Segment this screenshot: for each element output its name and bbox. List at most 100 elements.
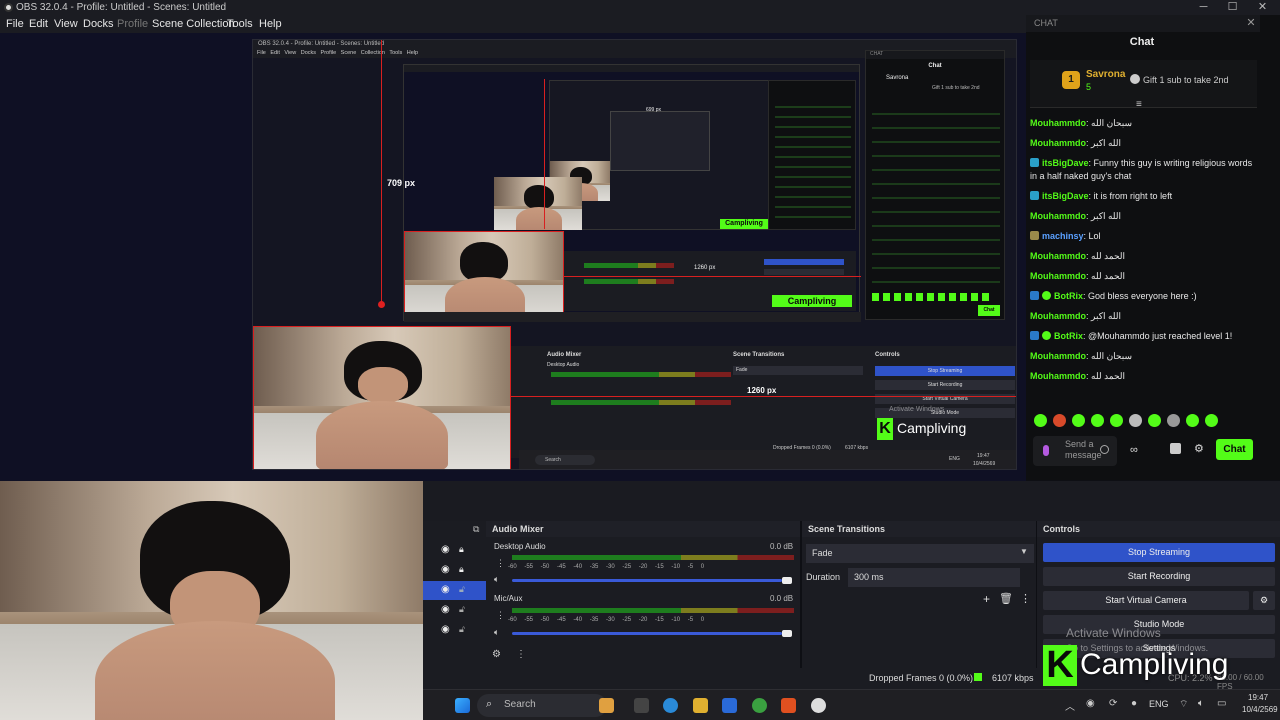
- volume-slider-knob[interactable]: [782, 577, 792, 584]
- menu-docks[interactable]: Docks: [83, 15, 114, 33]
- meter-scale: -60 -55 -50 -45 -40 -35 -30 -25 -20 -15 …: [508, 564, 705, 570]
- taskbar-search[interactable]: ⌕ Search: [477, 694, 607, 717]
- lock-icon[interactable]: 🔒︎: [459, 564, 464, 575]
- virtual-camera-settings-icon[interactable]: ⚙: [1253, 591, 1275, 610]
- brave-icon[interactable]: [781, 698, 796, 713]
- advanced-audio-icon[interactable]: ⚙: [492, 649, 501, 660]
- pinned-user[interactable]: Savrona: [1086, 69, 1125, 80]
- visibility-eye-icon[interactable]: ◉: [441, 564, 450, 575]
- language-indicator[interactable]: ENG: [1149, 699, 1169, 709]
- task-view-icon[interactable]: [634, 698, 649, 713]
- emote-icon[interactable]: [1091, 414, 1104, 427]
- menu-help[interactable]: Help: [259, 15, 282, 33]
- verified-icon: [1042, 331, 1051, 340]
- emote-icon[interactable]: [1110, 414, 1123, 427]
- menu-tools[interactable]: Tools: [227, 15, 253, 33]
- chrome-icon[interactable]: [752, 698, 767, 713]
- clock-time[interactable]: 19:47: [1248, 693, 1268, 702]
- mic-icon[interactable]: [1043, 445, 1049, 456]
- emote-icon[interactable]: [1034, 414, 1047, 427]
- clock-date[interactable]: 10/4/2569: [1242, 705, 1278, 714]
- widget-icon[interactable]: [599, 698, 614, 713]
- lock-icon[interactable]: 🔒︎: [459, 544, 464, 555]
- menu-view[interactable]: View: [54, 15, 78, 33]
- track-menu-icon[interactable]: ⋮: [496, 558, 505, 569]
- obs-app-icon: [4, 3, 13, 12]
- edge-icon[interactable]: [663, 698, 678, 713]
- nested-screen-capture[interactable]: OBS 32.0.4 - Profile: Untitled - Scenes:…: [252, 39, 1017, 470]
- tray-icon[interactable]: ●: [1131, 698, 1137, 709]
- collapse-pin-icon[interactable]: ≡: [1136, 99, 1142, 110]
- duration-input[interactable]: 300 ms: [848, 568, 1020, 587]
- visibility-eye-icon[interactable]: ◉: [441, 544, 450, 555]
- guide-handle[interactable]: [378, 301, 385, 308]
- minimize-button[interactable]: ─: [1190, 0, 1217, 15]
- obs-taskbar-icon[interactable]: [811, 698, 826, 713]
- emote-icon[interactable]: [1053, 414, 1066, 427]
- unlock-icon[interactable]: 🔓︎: [459, 604, 465, 615]
- badge-icon: [1030, 231, 1039, 240]
- store-app-icon[interactable]: [722, 698, 737, 713]
- track-db: 0.0 dB: [770, 542, 794, 551]
- source-row-selected[interactable]: [423, 581, 486, 600]
- chat-message: Mouhammdo: الله اكبر: [1030, 311, 1122, 321]
- emoji-icon[interactable]: [1100, 445, 1109, 454]
- maximize-button[interactable]: ☐: [1219, 0, 1246, 15]
- gift-text[interactable]: Gift 1 sub to take 2nd: [1143, 75, 1229, 85]
- nested-webcam-large: [405, 232, 563, 320]
- volume-slider-knob[interactable]: [782, 630, 792, 637]
- unlock-icon[interactable]: 🔓︎: [459, 624, 465, 635]
- transition-menu-icon[interactable]: ⋮: [1020, 592, 1031, 605]
- mixer-menu-icon[interactable]: ⋮: [516, 649, 526, 660]
- add-transition-icon[interactable]: +: [983, 592, 990, 606]
- emote-icon[interactable]: [1205, 414, 1218, 427]
- audio-mixer-dock: Audio Mixer Desktop Audio 0.0 dB -60 -55…: [486, 521, 800, 686]
- windows-start-icon[interactable]: [455, 698, 470, 713]
- battery-icon[interactable]: ▭: [1217, 698, 1226, 709]
- menu-file[interactable]: File: [6, 15, 24, 33]
- infinity-icon[interactable]: ∞: [1130, 444, 1138, 456]
- sources-panel: ⧉ ◉ 🔒︎ ◉ 🔒︎ ◉ 🔓︎ ◉ 🔓︎ ◉ 🔓︎: [423, 521, 486, 686]
- settings-gear-icon[interactable]: ⚙: [1194, 442, 1204, 455]
- unlock-icon[interactable]: 🔓︎: [459, 584, 465, 595]
- visibility-eye-icon[interactable]: ◉: [441, 624, 450, 635]
- tray-icon[interactable]: ◉: [1086, 698, 1095, 709]
- chevron-up-icon[interactable]: ︿: [1065, 698, 1075, 713]
- emote-icon[interactable]: [1148, 414, 1161, 427]
- nested-red-hline: [564, 276, 861, 277]
- emote-icon[interactable]: [1186, 414, 1199, 427]
- menu-scene-collection[interactable]: Scene Collection: [152, 15, 235, 33]
- file-explorer-icon[interactable]: [693, 698, 708, 713]
- chat-message: Mouhammdo: الحمد لله: [1030, 251, 1126, 261]
- chat-message: BotRix: @Mouhammdo just reached level 1!: [1030, 330, 1254, 343]
- store-icon[interactable]: [1170, 443, 1181, 454]
- menu-edit[interactable]: Edit: [29, 15, 48, 33]
- emote-icon[interactable]: [1129, 414, 1142, 427]
- tray-icon[interactable]: ⟳: [1109, 698, 1117, 709]
- visibility-eye-icon[interactable]: ◉: [441, 604, 450, 615]
- scene-transitions-dock: Scene Transitions Fade ▼ Duration 300 ms…: [802, 521, 1036, 686]
- chat-dock-close-icon[interactable]: ✕: [1245, 16, 1257, 30]
- emote-icon[interactable]: [1072, 414, 1085, 427]
- visibility-eye-icon[interactable]: ◉: [441, 584, 450, 595]
- nested-capture-level-4: [610, 111, 710, 171]
- track-menu-icon[interactable]: ⋮: [496, 610, 505, 621]
- wifi-icon[interactable]: ⌔: [1179, 698, 1188, 711]
- volume-slider[interactable]: [512, 579, 782, 582]
- speaker-icon[interactable]: 🔈︎: [494, 574, 499, 585]
- speaker-icon[interactable]: 🔈︎: [494, 627, 499, 638]
- start-recording-button[interactable]: Start Recording: [1043, 567, 1275, 586]
- menu-profile[interactable]: Profile: [117, 15, 148, 33]
- transition-select[interactable]: Fade: [806, 544, 1034, 563]
- send-chat-button[interactable]: Chat: [1216, 439, 1253, 460]
- volume-icon[interactable]: 🔈︎: [1198, 698, 1204, 709]
- chat-input[interactable]: Send a message: [1033, 436, 1117, 466]
- close-button[interactable]: ✕: [1249, 0, 1276, 15]
- sources-dock-icon[interactable]: ⧉: [473, 524, 479, 535]
- volume-slider[interactable]: [512, 632, 782, 635]
- nested-taskbar-2: [404, 312, 861, 322]
- start-virtual-camera-button[interactable]: Start Virtual Camera: [1043, 591, 1249, 610]
- stop-streaming-button[interactable]: Stop Streaming: [1043, 543, 1275, 562]
- emote-icon[interactable]: [1167, 414, 1180, 427]
- trash-icon[interactable]: 🗑︎: [999, 592, 1013, 605]
